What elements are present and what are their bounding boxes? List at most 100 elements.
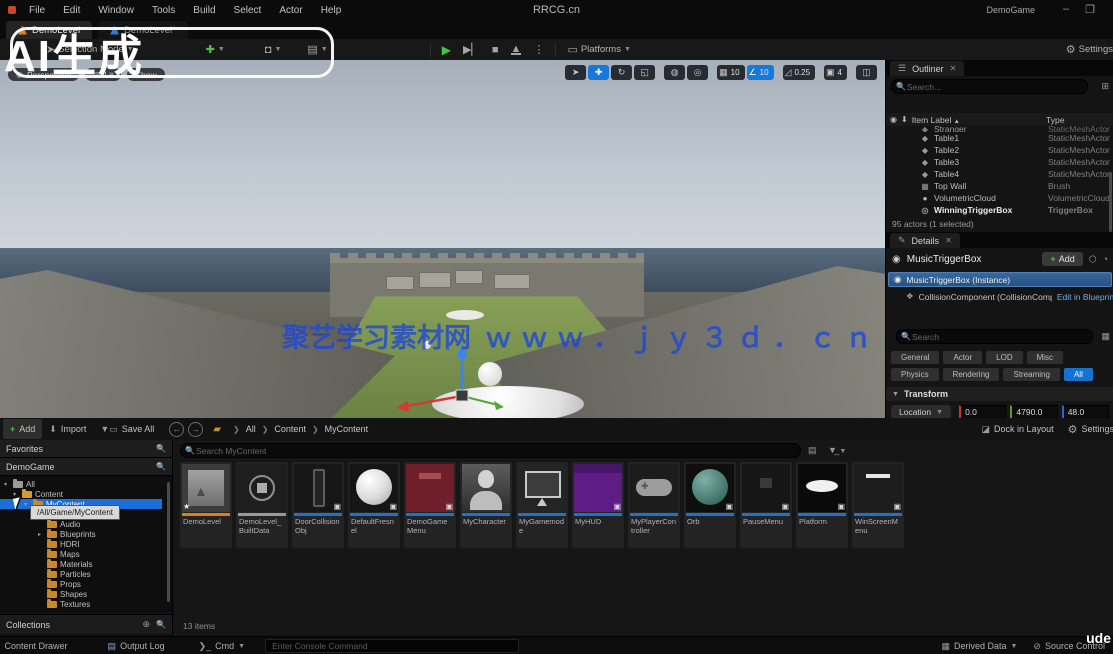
asset-tile[interactable]: MyHUD [572,462,624,548]
category-chip[interactable]: Rendering [943,368,1000,381]
search-icon[interactable]: 🔍 [156,462,166,471]
favorites-header[interactable]: Favorites 🔍 [0,440,172,458]
menu-item[interactable]: Select [234,5,262,16]
category-chip[interactable]: General [891,351,939,364]
expander-icon[interactable]: ▾ [4,481,10,488]
asset-tile[interactable]: DefaultFresnel [348,462,400,548]
minimize-button[interactable]: – [1063,3,1069,15]
details-tab[interactable]: ✎ Details ✕ [890,233,960,248]
folder-tree-row[interactable]: Textures [0,599,172,609]
component-row[interactable]: ❖ CollisionComponent (CollisionComp) Edi… [886,290,1113,303]
asset-tile[interactable]: Orb [684,462,736,548]
edit-in-blueprint-link[interactable]: Edit in Blueprint [1057,292,1113,302]
translate-gizmo[interactable] [390,344,530,418]
play-button[interactable]: ▶ [436,40,457,60]
folder-tree-row[interactable]: ▸Blueprints [0,529,172,539]
search-icon[interactable]: 🔍 [156,620,166,629]
folder-tree-row[interactable]: ▾Content [0,489,172,499]
eject-button[interactable]: ▲ [505,40,528,60]
scale-snap-button[interactable]: ◿0.25 [783,65,816,80]
asset-tile[interactable]: DemoLevel_BuiltData [236,462,288,548]
menu-item[interactable]: Window [98,5,134,16]
menu-item[interactable]: Actor [279,5,302,16]
search-icon[interactable]: 🔍 [156,444,166,453]
outliner-search-input[interactable] [891,79,1088,94]
asset-tile[interactable]: MyGamemode [516,462,568,548]
close-icon[interactable]: ✕ [950,64,957,73]
outliner-tab[interactable]: ☰ Outliner ✕ [890,61,964,76]
folder-tree-row[interactable]: HDRI [0,539,172,549]
menu-item[interactable]: Edit [63,5,80,16]
collections-bar[interactable]: Collections ⊕ 🔍 [0,614,172,634]
skip-button[interactable]: ▶▏ [457,40,486,60]
outliner-scrollbar[interactable] [1109,172,1112,232]
more-options-button[interactable]: ⋮ [527,40,550,60]
folder-tree-row[interactable]: Materials [0,559,172,569]
asset-search-input[interactable] [180,443,801,458]
cmd-button[interactable]: ❯_Cmd▼ [191,637,254,654]
restore-button[interactable]: ❐ [1085,3,1095,16]
outliner-row[interactable]: Table1StaticMeshActor [886,132,1113,144]
scale-tool-button[interactable]: ◱ [634,65,655,80]
breadcrumb-item[interactable]: All [246,424,256,434]
back-button[interactable]: ← [169,422,184,437]
outliner-row[interactable]: Table4StaticMeshActor [886,168,1113,180]
folder-tree-row[interactable]: Props [0,579,172,589]
outliner-row[interactable]: Table2StaticMeshActor [886,144,1113,156]
add-content-button[interactable]: +Add [3,419,42,439]
source-header[interactable]: DemoGame 🔍 [0,458,172,476]
asset-tile[interactable]: DemoLevel [180,462,232,548]
outliner-row[interactable]: Table3StaticMeshActor [886,156,1113,168]
surface-snap-button[interactable]: ◎ [687,65,708,80]
help-icon[interactable]: ◔ [1103,254,1108,264]
add-collection-icon[interactable]: ⊕ [142,619,150,630]
instance-row[interactable]: ◉ MusicTriggerBox (Instance) [888,272,1112,287]
stop-button[interactable]: ■ [486,40,505,60]
expander-icon[interactable]: ▸ [38,531,44,538]
asset-tile[interactable]: DoorCollisionObj [292,462,344,548]
output-log-button[interactable]: ▤Output Log [100,637,173,654]
add-component-button[interactable]: +Add [1042,252,1082,266]
breadcrumb-item[interactable]: MyContent [325,424,369,434]
expander-icon[interactable]: ▾ [13,491,19,498]
category-chip[interactable]: Actor [943,351,982,364]
tree-scrollbar[interactable] [167,482,170,602]
type-header[interactable]: Type [1046,115,1110,125]
platforms-button[interactable]: ▭ Platforms ▼ [561,40,636,60]
import-button[interactable]: ⬇Import [42,419,93,439]
menu-item[interactable]: Build [193,5,215,16]
console-input[interactable] [265,639,519,653]
category-chip[interactable]: Streaming [1003,368,1059,381]
forward-button[interactable]: → [188,422,203,437]
category-chip[interactable]: Physics [891,368,939,381]
item-label-header[interactable]: Item Label ▲ [912,115,960,125]
menu-item[interactable]: File [29,5,45,16]
outliner-row[interactable]: StrangerStaticMeshActor [886,126,1113,132]
settings-button[interactable]: ⚙ Settings [1060,40,1113,60]
outliner-row[interactable]: Top WallBrush [886,180,1113,192]
blueprint-graph-icon[interactable]: ⬡ [1089,254,1097,265]
asset-tile[interactable]: WinScreenMenu [852,462,904,548]
rotation-snap-button[interactable]: ∠10 [747,65,774,80]
move-tool-button[interactable]: ✚ [588,65,609,80]
close-icon[interactable]: ✕ [945,236,952,245]
asset-tile[interactable]: Platform [796,462,848,548]
menu-item[interactable]: Tools [152,5,175,16]
list-view-icon[interactable]: ▤ [808,445,817,456]
cb-settings-button[interactable]: ⚙Settings [1061,419,1113,439]
folder-tree-row[interactable]: Particles [0,569,172,579]
filter-icon[interactable]: ▼̲ ▼ [828,445,846,455]
select-tool-button[interactable]: ➤ [565,65,586,80]
pin-column-icon[interactable]: ⬇ [901,115,908,124]
category-chip[interactable]: LOD [986,351,1022,364]
details-search-input[interactable] [896,329,1093,344]
category-chip[interactable]: All [1064,368,1093,381]
outliner-row[interactable]: VolumetricCloudVolumetricCloud [886,192,1113,204]
camera-speed-button[interactable]: ▣4 [824,65,847,80]
asset-tile[interactable]: MyCharacter [460,462,512,548]
grid-snap-button[interactable]: ▦10 [717,65,744,80]
transform-section-header[interactable]: ▼ Transform [886,387,1113,401]
folder-tree-row[interactable]: Shapes [0,589,172,599]
dock-in-layout-button[interactable]: ◪Dock in Layout [975,419,1061,439]
asset-tile[interactable]: DemoGameMenu [404,462,456,548]
